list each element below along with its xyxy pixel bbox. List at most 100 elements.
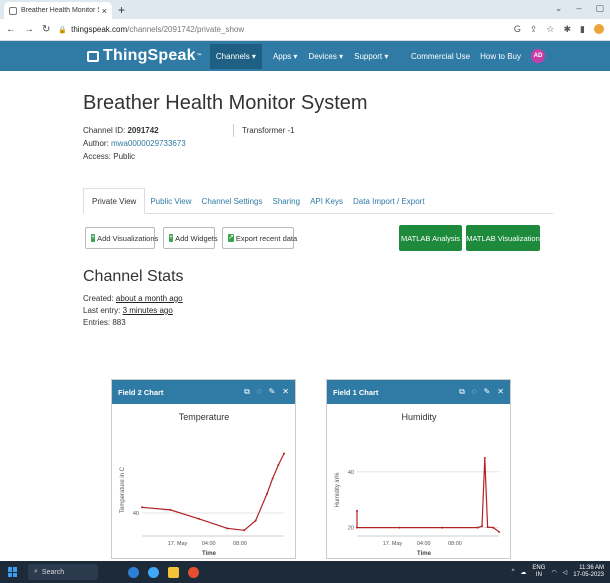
- folder-icon[interactable]: [168, 566, 179, 578]
- matlab-visualization-button[interactable]: MATLAB Visualization: [466, 225, 540, 251]
- nav-commercial-use[interactable]: Commercial Use: [411, 52, 470, 61]
- cloud-icon[interactable]: ☁: [520, 569, 526, 576]
- data-point: [197, 517, 200, 520]
- search-icon: ⌕: [34, 568, 38, 575]
- nav-support[interactable]: Support ▾: [354, 52, 388, 61]
- data-point: [243, 529, 246, 532]
- forward-icon[interactable]: →: [24, 24, 34, 35]
- avatar[interactable]: AD: [531, 49, 545, 63]
- export-recent-data-button[interactable]: ↗ Export recent data: [222, 227, 297, 249]
- x-tick-label: 17. May: [168, 541, 188, 547]
- x-tick-label: 08:00: [233, 541, 247, 547]
- author-link[interactable]: mwa0000029733673: [111, 139, 186, 148]
- channel-meta: Channel ID: 2091742 Author: mwa000002973…: [83, 124, 553, 163]
- url-path: /channels/2091742/private_show: [127, 25, 245, 34]
- data-point: [356, 526, 358, 529]
- chevron-down-icon[interactable]: ⌄: [555, 3, 563, 14]
- data-point: [486, 526, 489, 529]
- channel-id-value: 2091742: [127, 126, 159, 135]
- matlab-analysis-button[interactable]: MATLAB Analysis: [399, 225, 462, 251]
- access-row: Access: Public: [83, 152, 136, 161]
- nav-channels[interactable]: Channels ▾: [209, 43, 262, 69]
- thingspeak-logo[interactable]: ThingSpeak ™: [87, 47, 202, 65]
- comment-icon[interactable]: ◌: [257, 387, 262, 397]
- author-row: Author: mwa0000029733673: [83, 137, 553, 150]
- edge-icon[interactable]: [148, 566, 159, 578]
- nav-how-to-buy[interactable]: How to Buy: [480, 52, 521, 61]
- tab-sharing[interactable]: Sharing: [267, 197, 305, 213]
- data-point: [265, 492, 268, 495]
- tab-public-view[interactable]: Public View: [145, 197, 196, 213]
- sidebar-icon[interactable]: ▮: [580, 24, 585, 35]
- maximize-icon[interactable]: ▢: [595, 3, 604, 14]
- reload-icon[interactable]: ↻: [42, 24, 50, 35]
- x-tick-label: 08:00: [448, 541, 462, 547]
- widget-header: Field 2 Chart ⧉ ◌ ✎ ✕: [112, 380, 295, 404]
- external-link-icon[interactable]: ⧉: [244, 387, 250, 397]
- extensions-icon[interactable]: ✱: [564, 24, 572, 35]
- y-axis-label: Temperature in C: [120, 466, 126, 513]
- last-entry-value: 3 minutes ago: [122, 306, 173, 315]
- language-indicator[interactable]: ENG IN: [532, 565, 545, 579]
- field-2-chart-widget: Field 2 Chart ⧉ ◌ ✎ ✕ Temperature Tempera…: [111, 379, 296, 559]
- star-icon[interactable]: ☆: [546, 24, 554, 35]
- lang-region: IN: [535, 572, 542, 578]
- add-visualizations-button[interactable]: + Add Visualizations: [85, 227, 158, 249]
- windows-start-icon[interactable]: [8, 567, 18, 577]
- comment-icon[interactable]: ◌: [472, 387, 477, 397]
- pencil-icon[interactable]: ✎: [269, 387, 276, 397]
- close-icon[interactable]: ×: [102, 6, 107, 16]
- app-icon[interactable]: [128, 566, 139, 578]
- share-icon[interactable]: ⇪: [530, 24, 538, 35]
- google-icon[interactable]: G: [514, 24, 521, 35]
- back-icon[interactable]: ←: [6, 24, 16, 35]
- add-widgets-button[interactable]: + Add Widgets: [163, 227, 218, 249]
- wifi-icon[interactable]: ◠: [551, 569, 556, 576]
- chevron-up-icon[interactable]: ^: [512, 569, 515, 575]
- tab-api-keys[interactable]: API Keys: [305, 197, 348, 213]
- chrome-icon[interactable]: [188, 566, 199, 578]
- nav-apps[interactable]: Apps ▾: [273, 52, 297, 61]
- y-tick-label: 20: [348, 526, 354, 532]
- tab-title: Breather Health Monitor System: [21, 7, 99, 14]
- y-tick-label: 40: [348, 470, 354, 476]
- new-tab-button[interactable]: +: [118, 3, 125, 17]
- external-link-icon[interactable]: ⧉: [459, 387, 465, 397]
- tab-data-import-export[interactable]: Data Import / Export: [348, 197, 430, 213]
- series-line: [356, 457, 500, 533]
- minimize-icon[interactable]: –: [576, 3, 581, 14]
- data-point: [277, 464, 280, 467]
- channel-id-row: Channel ID: 2091742: [83, 124, 553, 137]
- created-label: Created:: [83, 294, 116, 303]
- channel-stats-title: Channel Stats: [83, 268, 184, 285]
- x-axis-label: Time: [417, 551, 432, 557]
- chart-title: Temperature: [179, 412, 230, 422]
- data-point: [492, 526, 495, 529]
- plus-icon: +: [169, 234, 174, 242]
- data-point: [398, 526, 401, 529]
- data-point: [141, 506, 143, 509]
- clock[interactable]: 11:36 AM 17-05-2023: [573, 565, 604, 579]
- entries-row: Entries: 883: [83, 318, 126, 327]
- tab-private-view[interactable]: Private View: [83, 188, 146, 214]
- action-buttons: + Add Visualizations + Add Widgets ↗ Export…: [83, 225, 553, 251]
- data-point: [254, 519, 257, 522]
- browser-tab[interactable]: Breather Health Monitor System ×: [4, 2, 112, 19]
- time: 11:36 AM: [579, 565, 604, 571]
- taskbar-search[interactable]: ⌕ Search: [28, 564, 98, 580]
- widget-title: Field 2 Chart: [118, 387, 164, 397]
- pencil-icon[interactable]: ✎: [484, 387, 491, 397]
- volume-icon[interactable]: ◁: [563, 569, 568, 576]
- humidity-chart: Humidity Humidity in% 20 40 17. May 04:00 08:0…: [335, 412, 500, 557]
- close-icon[interactable]: ✕: [282, 387, 289, 397]
- tab-channel-settings[interactable]: Channel Settings: [197, 197, 268, 213]
- nav-devices[interactable]: Devices ▾: [308, 52, 343, 61]
- series-line: [141, 453, 285, 531]
- last-entry-row: Last entry: 3 minutes ago: [83, 305, 553, 317]
- profile-icon[interactable]: [594, 24, 604, 34]
- lock-icon: 🔒: [58, 26, 68, 34]
- url-input[interactable]: 🔒 thingspeak.com/channels/2091742/privat…: [58, 25, 513, 34]
- close-icon[interactable]: ✕: [497, 387, 504, 397]
- widget-tools: ⧉ ◌ ✎ ✕: [244, 387, 289, 397]
- widget-tools: ⧉ ◌ ✎ ✕: [459, 387, 504, 397]
